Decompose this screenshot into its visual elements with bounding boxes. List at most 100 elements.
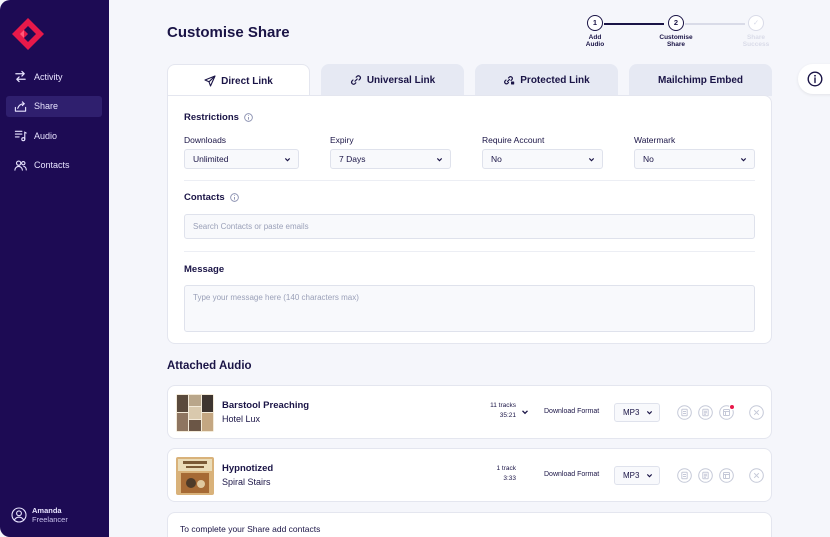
audio-title: Barstool Preaching [222,400,310,411]
section-divider [184,180,755,181]
notification-badge [729,404,735,410]
attached-audio-item[interactable]: Barstool Preaching Hotel Lux 11 tracks 3… [167,385,772,439]
close-icon[interactable] [749,468,764,483]
tab-label: Universal Link [366,74,436,86]
watermark-label: Watermark [634,135,676,145]
step-number: 2 [668,15,684,31]
chevron-down-icon [740,158,747,162]
step-label: Share [666,41,686,48]
step-share-success: ✓ Share Success [731,15,781,48]
attached-audio-title: Attached Audio [167,360,252,372]
select-value: 7 Days [339,154,366,164]
chevron-down-icon[interactable] [521,408,529,416]
sidebar-item-label: Audio [34,130,58,141]
user-role: Freelancer [32,515,68,524]
sidebar-item-label: Contacts [34,160,70,170]
downloads-label: Downloads [184,135,227,145]
album-cover [176,394,214,432]
download-format-select[interactable]: MP3 [614,466,660,485]
require-account-label: Require Account [482,135,545,145]
download-format-label: Download Format [544,408,600,415]
tab-mailchimp-embed[interactable]: Mailchimp Embed [629,64,772,96]
audio-artist: Hotel Lux [222,414,261,424]
info-icon [807,71,823,87]
section-title-text: Contacts [184,192,225,203]
document-icon[interactable] [698,468,713,483]
track-duration: 3:33 [503,475,516,482]
message-textarea[interactable]: Type your message here (140 characters m… [184,285,755,332]
sidebar-item-label: Activity [34,71,63,82]
info-icon[interactable] [229,193,239,202]
step-customise-share[interactable]: 2 Customise Share [651,15,701,48]
locked-link-icon [503,74,515,86]
share-settings-card: Restrictions Downloads Unlimited Expiry … [167,95,772,344]
chevron-down-icon [646,411,653,415]
share-upload-icon [13,99,27,113]
download-format-select[interactable]: MP3 [614,403,660,422]
completion-hint-text: To complete your Share add contacts [180,524,321,534]
chevron-down-icon [284,158,291,162]
file-icon[interactable] [677,405,692,420]
step-label: Add [588,34,602,41]
attached-audio-item[interactable]: Hypnotized Spiral Stairs 1 track 3:33 Do… [167,448,772,502]
info-button[interactable] [798,64,830,94]
section-divider [184,251,755,252]
tab-label: Protected Link [520,74,590,86]
user-avatar-icon [11,507,27,523]
watermark-select[interactable]: No [634,149,755,169]
downloads-select[interactable]: Unlimited [184,149,299,169]
contacts-section-title: Contacts [184,192,239,203]
app-window: Activity Share Audio Contacts Amanda Fre… [0,0,830,537]
expiry-select[interactable]: 7 Days [330,149,451,169]
contacts-search-input[interactable]: Search Contacts or paste emails [184,214,755,239]
chevron-down-icon [646,474,653,478]
restrictions-section-title: Restrictions [184,112,253,123]
file-icon[interactable] [677,468,692,483]
section-title-text: Message [184,264,225,275]
audio-artist: Spiral Stairs [222,477,271,487]
notes-icon[interactable] [719,468,734,483]
chevron-down-icon [436,158,443,162]
chevron-down-icon [588,158,595,162]
sidebar-item-label: Share [34,101,59,111]
app-logo[interactable] [11,17,45,51]
users-icon [13,158,27,172]
tab-label: Mailchimp Embed [657,74,743,86]
completion-hint: To complete your Share add contacts [167,512,772,537]
download-format-label: Download Format [544,471,600,478]
require-account-select[interactable]: No [482,149,603,169]
user-profile[interactable]: Amanda Freelancer [11,506,68,524]
step-label: Audio [585,41,605,48]
step-add-audio[interactable]: 1 Add Audio [570,15,620,48]
track-count: 11 tracks [490,402,516,409]
info-icon[interactable] [244,113,253,122]
section-title-text: Restrictions [184,112,239,123]
expiry-label: Expiry [330,135,354,145]
audio-track-info: 1 track 3:33 [496,464,516,484]
tab-direct-link[interactable]: Direct Link [167,64,310,97]
select-value: MP3 [623,471,640,480]
track-count: 1 track [496,465,516,472]
sidebar-item-audio[interactable]: Audio [6,125,102,146]
audio-playlist-icon [13,129,27,143]
progress-stepper: 1 Add Audio 2 Customise Share ✓ Share Su… [570,15,790,55]
sidebar-nav: Activity Share Audio Contacts [6,66,102,184]
document-icon[interactable] [698,405,713,420]
tab-universal-link[interactable]: Universal Link [321,64,464,96]
sidebar-item-contacts[interactable]: Contacts [6,155,102,176]
arrows-swap-icon [13,70,27,84]
audio-title: Hypnotized [222,463,274,474]
close-icon[interactable] [749,405,764,420]
audio-track-info: 11 tracks 35:21 [490,401,516,421]
select-value: No [643,154,654,164]
track-duration: 35:21 [499,412,516,419]
tab-protected-link[interactable]: Protected Link [475,64,618,96]
link-icon [350,74,362,86]
step-number: 1 [587,15,603,31]
sidebar-item-share[interactable]: Share [6,95,102,117]
sidebar-item-activity[interactable]: Activity [6,66,102,87]
album-cover [176,457,214,495]
user-name: Amanda [32,506,62,515]
select-value: No [491,154,502,164]
check-icon: ✓ [748,15,764,31]
